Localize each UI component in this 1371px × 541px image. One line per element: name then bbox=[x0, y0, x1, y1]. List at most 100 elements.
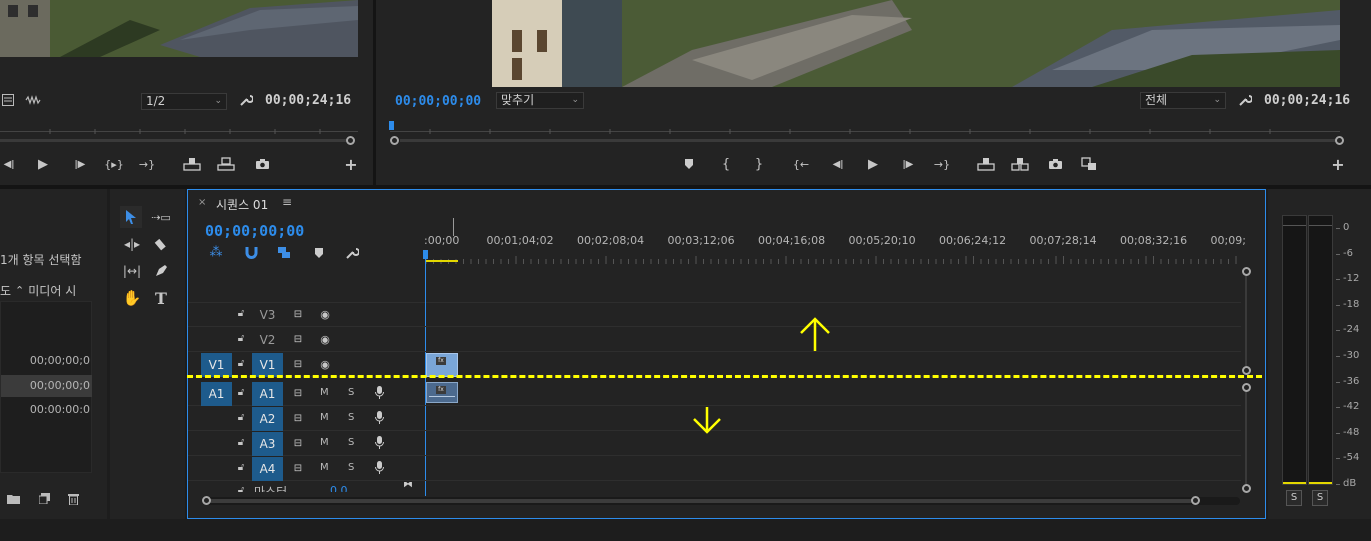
solo-left-button[interactable]: S bbox=[1286, 490, 1302, 506]
ripple-edit-tool-icon[interactable]: ◂|▸ bbox=[122, 236, 142, 252]
audio-track-a4[interactable]: 🔓︎ A4 ⊟ M S bbox=[188, 457, 1241, 481]
microphone-icon[interactable] bbox=[374, 435, 384, 451]
program-scrollbar[interactable] bbox=[400, 139, 1336, 142]
track-name[interactable]: A1 bbox=[252, 382, 283, 406]
work-area-bar[interactable] bbox=[426, 260, 458, 262]
razor-tool-icon[interactable] bbox=[152, 236, 170, 252]
program-ruler[interactable] bbox=[390, 124, 1340, 134]
mark-out-icon[interactable]: } bbox=[753, 156, 765, 172]
overwrite-icon[interactable] bbox=[216, 156, 236, 172]
comparison-view-icon[interactable] bbox=[1080, 156, 1098, 172]
video-track-v2[interactable]: 🔓︎ V2 ⊟ ◉ bbox=[188, 328, 1241, 352]
sync-lock-icon[interactable]: ⊟ bbox=[292, 412, 304, 424]
go-to-out-icon[interactable]: →} bbox=[138, 157, 156, 171]
timeline-settings-wrench-icon[interactable] bbox=[344, 245, 360, 261]
solo-right-button[interactable]: S bbox=[1312, 490, 1328, 506]
extract-icon[interactable] bbox=[1010, 156, 1030, 172]
go-to-out-icon[interactable]: →} bbox=[933, 157, 951, 171]
horizontal-scrollbar[interactable] bbox=[204, 497, 1240, 505]
vertical-scrollbar-audio[interactable] bbox=[1245, 387, 1247, 487]
audio-track-a3[interactable]: 🔓︎ A3 ⊟ M S bbox=[188, 432, 1241, 456]
audio-clip[interactable]: fx bbox=[426, 382, 458, 403]
sync-lock-icon[interactable]: ⊟ bbox=[292, 358, 304, 370]
safe-margins-icon[interactable] bbox=[2, 93, 14, 107]
mark-in-icon[interactable]: { bbox=[720, 156, 732, 172]
column-header-media[interactable]: 미디어 시 bbox=[28, 282, 76, 299]
video-track-v1[interactable]: V1 🔓︎ V1 ⊟ ◉ fx bbox=[188, 353, 1241, 377]
add-button-icon[interactable]: + bbox=[344, 155, 358, 174]
mute-button[interactable]: M bbox=[320, 412, 329, 423]
eye-icon[interactable]: ◉ bbox=[318, 357, 332, 371]
program-scroll-handle-right[interactable] bbox=[1335, 136, 1344, 145]
lock-icon[interactable]: 🔓︎ bbox=[236, 436, 246, 448]
eye-icon[interactable]: ◉ bbox=[318, 332, 332, 346]
audio-track-a1[interactable]: A1 🔓︎ A1 ⊟ M S fx bbox=[188, 382, 1241, 406]
video-scroll-bottom-handle[interactable] bbox=[1242, 366, 1251, 375]
master-volume-value[interactable]: 0.0 bbox=[330, 484, 348, 492]
master-bowtie-icon[interactable]: ⧓ bbox=[403, 482, 413, 490]
sync-lock-icon[interactable]: ⊟ bbox=[292, 308, 304, 320]
step-forward-icon[interactable]: ǀ▶ bbox=[900, 157, 916, 171]
list-item[interactable]: 00;00;00;0 bbox=[1, 350, 92, 372]
selection-tool-icon[interactable] bbox=[120, 206, 142, 228]
source-ruler[interactable] bbox=[0, 124, 358, 134]
track-select-tool-icon[interactable]: ⇢▭ bbox=[150, 209, 172, 225]
horizontal-scroll-thumb[interactable] bbox=[206, 499, 1196, 503]
track-name[interactable]: A3 bbox=[252, 432, 283, 456]
sequence-tab-title[interactable]: 시퀀스 01 bbox=[216, 196, 268, 213]
nest-sequence-icon[interactable]: ⁂ bbox=[208, 245, 224, 260]
type-tool-icon[interactable]: T bbox=[152, 289, 170, 308]
mute-button[interactable]: M bbox=[320, 462, 329, 473]
video-scroll-top-handle[interactable] bbox=[1242, 267, 1251, 276]
program-fit-select[interactable]: 맞추기 ⌄ bbox=[496, 92, 584, 109]
close-icon[interactable]: × bbox=[198, 197, 206, 208]
add-marker-icon[interactable] bbox=[682, 157, 696, 171]
time-ruler[interactable]: :00;00 00;01;04;02 00;02;08;04 00;03;12;06 0… bbox=[424, 234, 1246, 264]
program-quality-select[interactable]: 전체 ⌄ bbox=[1140, 92, 1226, 109]
lock-icon[interactable]: 🔓︎ bbox=[236, 484, 246, 493]
wrench-icon[interactable] bbox=[238, 92, 254, 108]
play-icon[interactable]: ▶ bbox=[35, 156, 51, 172]
timeline-current-time[interactable]: 00;00;00;00 bbox=[205, 222, 304, 240]
solo-button[interactable]: S bbox=[348, 387, 354, 398]
audio-scroll-top-handle[interactable] bbox=[1242, 383, 1251, 392]
master-track[interactable]: 🔓︎ 마스터 0.0 ⧓ bbox=[188, 482, 425, 492]
lock-icon[interactable]: 🔓︎ bbox=[236, 332, 246, 344]
column-header[interactable]: 도 ⌃ 미디어 시 bbox=[0, 281, 92, 299]
column-header-left[interactable]: 도 bbox=[0, 282, 11, 299]
microphone-icon[interactable] bbox=[374, 410, 384, 426]
lock-icon[interactable]: 🔓︎ bbox=[236, 411, 246, 423]
lock-icon[interactable]: 🔓︎ bbox=[236, 357, 246, 369]
sync-lock-icon[interactable]: ⊟ bbox=[292, 387, 304, 399]
source-zoom-select[interactable]: 1/2 ⌄ bbox=[141, 93, 227, 110]
playhead-handle[interactable] bbox=[423, 250, 428, 259]
go-to-in-icon[interactable]: {← bbox=[792, 157, 810, 171]
track-name[interactable]: V3 bbox=[252, 303, 283, 327]
track-name[interactable]: A2 bbox=[252, 407, 283, 431]
play-icon[interactable]: ▶ bbox=[865, 156, 881, 172]
horizontal-scroll-left-handle[interactable] bbox=[202, 496, 211, 505]
source-patch-a1[interactable]: A1 bbox=[201, 382, 232, 406]
trash-icon[interactable] bbox=[67, 492, 79, 505]
video-track-v3[interactable]: 🔓︎ V3 ⊟ ◉ bbox=[188, 303, 1241, 327]
lock-icon[interactable]: 🔓︎ bbox=[236, 386, 246, 398]
solo-button[interactable]: S bbox=[348, 437, 354, 448]
pen-tool-icon[interactable] bbox=[152, 263, 170, 279]
microphone-icon[interactable] bbox=[374, 460, 384, 476]
list-item-selected[interactable]: 00;00;00;0 bbox=[1, 375, 92, 397]
mute-button[interactable]: M bbox=[320, 437, 329, 448]
slip-tool-icon[interactable]: |↔| bbox=[122, 263, 142, 279]
step-back-icon[interactable]: ◀ǀ bbox=[2, 157, 16, 171]
sync-lock-icon[interactable]: ⊟ bbox=[292, 333, 304, 345]
new-item-icon[interactable] bbox=[38, 492, 50, 504]
solo-button[interactable]: S bbox=[348, 462, 354, 473]
camera-icon[interactable] bbox=[254, 156, 270, 172]
track-name[interactable]: A4 bbox=[252, 457, 283, 481]
mute-button[interactable]: M bbox=[320, 387, 329, 398]
sync-lock-icon[interactable]: ⊟ bbox=[292, 437, 304, 449]
play-in-out-icon[interactable]: {▸} bbox=[104, 157, 124, 171]
add-marker-icon[interactable] bbox=[313, 246, 325, 259]
lock-icon[interactable]: 🔓︎ bbox=[236, 461, 246, 473]
program-scroll-handle-left[interactable] bbox=[390, 136, 399, 145]
linked-selection-icon[interactable] bbox=[276, 245, 292, 259]
